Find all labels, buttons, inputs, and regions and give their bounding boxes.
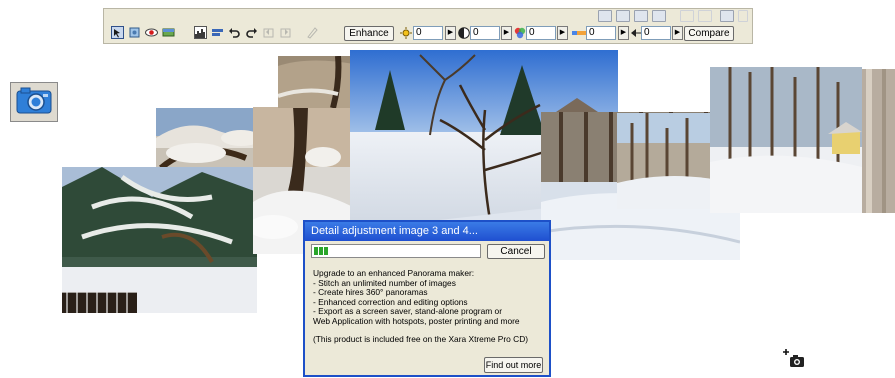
progress-segment bbox=[319, 247, 323, 255]
camera-icon bbox=[16, 87, 52, 114]
view-button-1[interactable] bbox=[598, 10, 612, 22]
red-eye-icon[interactable] bbox=[145, 26, 158, 39]
temperature-input[interactable]: 0 bbox=[586, 26, 616, 40]
progress-segment bbox=[314, 247, 318, 255]
contrast-icon bbox=[458, 27, 470, 39]
image-toolbar: Enhance 0 ▶ 0 ▶ 0 ▶ 0 ▶ 0 ▶ Compare bbox=[103, 8, 753, 44]
view-button-7[interactable] bbox=[720, 10, 734, 22]
upgrade-line: Web Application with hotspots, poster pr… bbox=[313, 315, 520, 326]
panorama-image-4[interactable] bbox=[278, 56, 354, 108]
view-button-6[interactable] bbox=[698, 10, 712, 22]
rotate-left-icon[interactable] bbox=[262, 26, 275, 39]
brightness-spin-button[interactable]: ▶ bbox=[445, 26, 456, 40]
saturation-input[interactable]: 0 bbox=[526, 26, 556, 40]
progress-bar bbox=[311, 244, 481, 258]
included-note: (This product is included free on the Xa… bbox=[313, 333, 529, 344]
straighten-icon[interactable] bbox=[162, 26, 175, 39]
panorama-image-1[interactable] bbox=[62, 167, 257, 313]
view-button-8[interactable] bbox=[738, 10, 748, 22]
sharpness-input[interactable]: 0 bbox=[641, 26, 671, 40]
align-icon[interactable] bbox=[211, 26, 224, 39]
view-button-4[interactable] bbox=[652, 10, 666, 22]
upgrade-message: Upgrade to an enhanced Panorama maker: -… bbox=[313, 268, 545, 344]
temperature-icon bbox=[572, 31, 586, 35]
saturation-icon bbox=[514, 27, 526, 39]
sharpness-spin-button[interactable]: ▶ bbox=[672, 26, 683, 40]
saturation-spin-button[interactable]: ▶ bbox=[557, 26, 568, 40]
temperature-spin-button[interactable]: ▶ bbox=[618, 26, 629, 40]
progress-segment bbox=[324, 247, 328, 255]
histogram-icon[interactable] bbox=[194, 26, 207, 39]
view-button-3[interactable] bbox=[634, 10, 648, 22]
find-out-more-button[interactable]: Find out more bbox=[484, 357, 543, 373]
dialog-title: Detail adjustment image 3 and 4... bbox=[305, 222, 549, 241]
redo-icon[interactable] bbox=[245, 26, 258, 39]
cancel-button[interactable]: Cancel bbox=[487, 244, 545, 259]
contrast-spin-button[interactable]: ▶ bbox=[501, 26, 512, 40]
panorama-image-8[interactable] bbox=[710, 67, 862, 213]
select-tool-icon[interactable] bbox=[111, 26, 124, 39]
contrast-input[interactable]: 0 bbox=[470, 26, 500, 40]
undo-icon[interactable] bbox=[228, 26, 241, 39]
camera-button[interactable] bbox=[10, 82, 58, 122]
progress-dialog: Detail adjustment image 3 and 4... Cance… bbox=[303, 220, 551, 377]
brightness-icon bbox=[400, 27, 412, 39]
panorama-image-9[interactable] bbox=[862, 69, 895, 213]
compare-button[interactable]: Compare bbox=[684, 26, 734, 41]
brightness-input[interactable]: 0 bbox=[413, 26, 443, 40]
add-photo-icon[interactable] bbox=[782, 348, 806, 370]
brush-icon[interactable] bbox=[306, 26, 319, 39]
view-button-2[interactable] bbox=[616, 10, 630, 22]
enhance-button[interactable]: Enhance bbox=[344, 26, 394, 41]
crop-tool-icon[interactable] bbox=[128, 26, 141, 39]
view-button-5[interactable] bbox=[680, 10, 694, 22]
rotate-right-icon[interactable] bbox=[279, 26, 292, 39]
